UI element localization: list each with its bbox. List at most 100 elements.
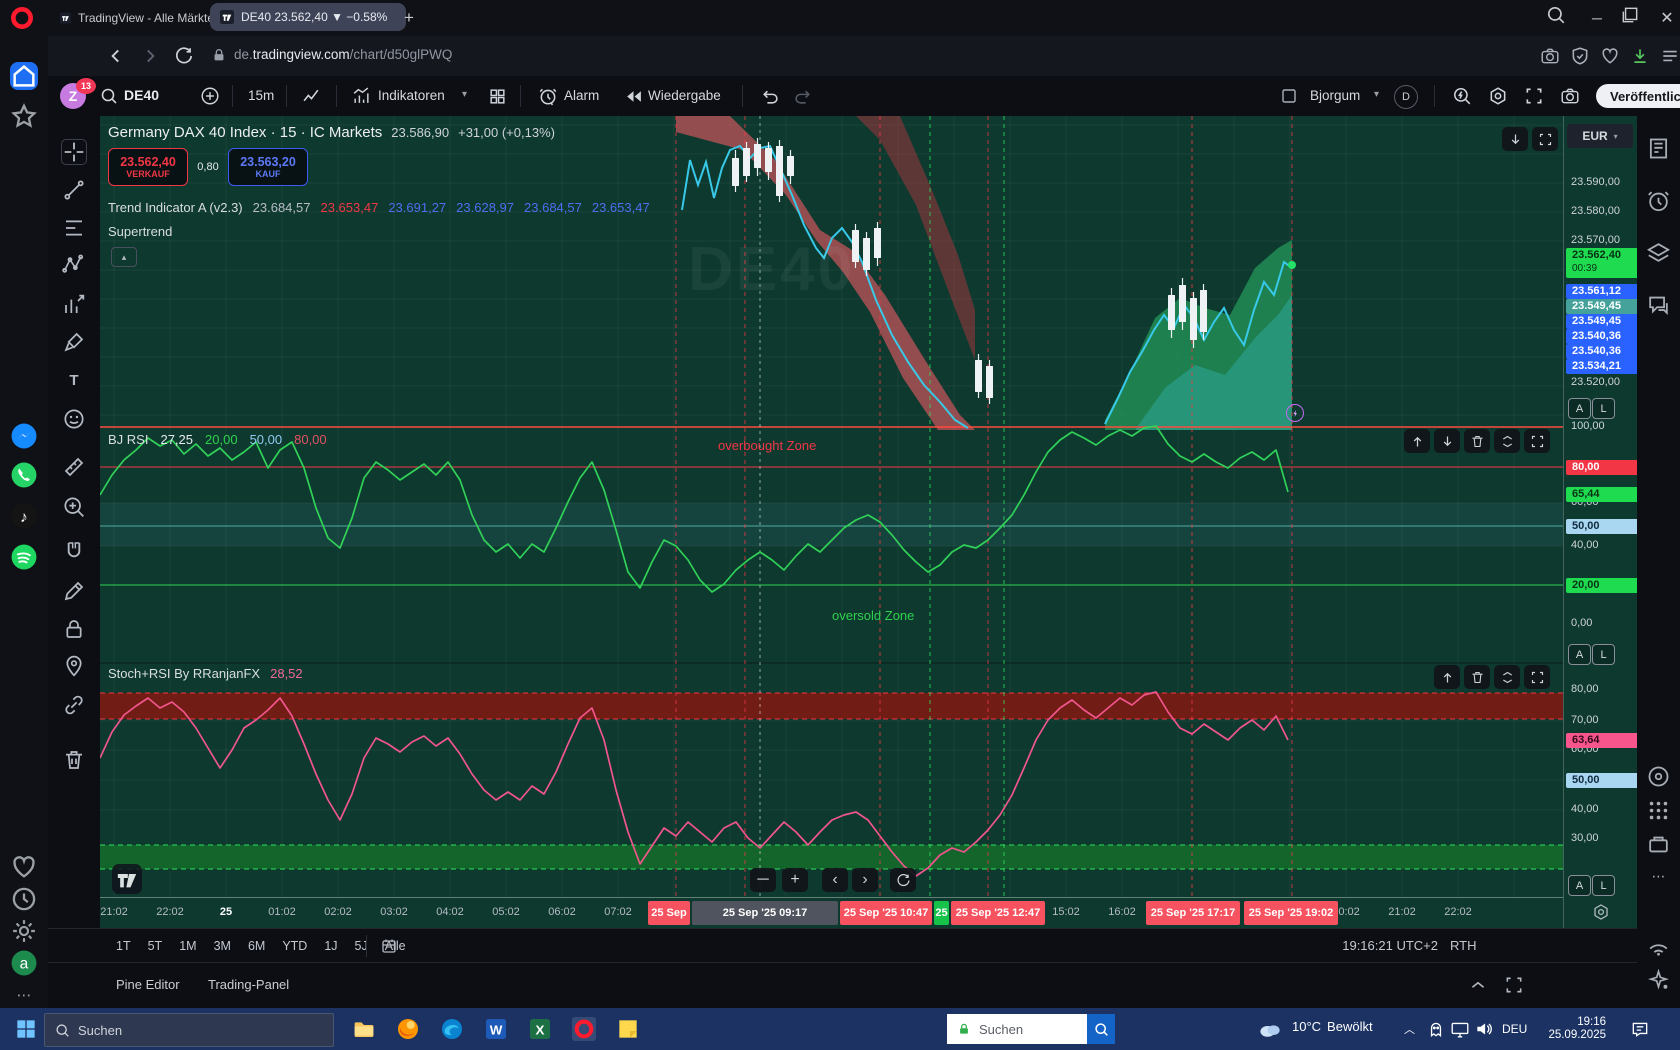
replay-rewind-icon[interactable] <box>624 87 643 106</box>
sidebar-more-icon[interactable]: ⋯ <box>10 981 38 1009</box>
stoch-collapse-button[interactable] <box>1494 665 1520 689</box>
tab-islands-icon[interactable] <box>1646 240 1671 265</box>
favorites-heart-icon[interactable] <box>1600 46 1620 66</box>
rsi-move-down-button[interactable] <box>1434 429 1460 453</box>
magnet-tool-icon[interactable] <box>62 539 86 563</box>
sidebar-ellipsis-icon[interactable]: ⋯ <box>1646 864 1671 889</box>
range-button-ytd[interactable]: YTD <box>282 939 307 953</box>
replay-button[interactable]: Wiedergabe <box>648 88 721 103</box>
taskbar-web-search-box[interactable]: Suchen <box>947 1014 1107 1044</box>
layout-name-button[interactable]: Bjorgum <box>1310 88 1360 103</box>
maximize-pane-button[interactable] <box>1532 127 1558 151</box>
bookmarks-panel-icon[interactable] <box>1646 136 1671 161</box>
scroll-down-button[interactable] <box>1502 127 1528 151</box>
range-button-1t[interactable]: 1T <box>116 939 131 953</box>
window-close-button[interactable]: ✕ <box>1654 5 1680 31</box>
add-symbol-icon[interactable] <box>200 86 220 106</box>
spotify-icon[interactable] <box>10 543 38 571</box>
new-tab-button[interactable]: + <box>396 5 422 31</box>
reading-list-icon[interactable] <box>1660 46 1680 66</box>
sell-button[interactable]: 23.562,40 VERKAUF <box>108 148 188 186</box>
screenshot-camera-icon[interactable] <box>1560 86 1580 106</box>
panel-maximize-icon[interactable] <box>1504 975 1524 995</box>
chat-panel-icon[interactable] <box>1646 292 1671 317</box>
word-icon[interactable]: W <box>484 1017 508 1041</box>
start-button[interactable] <box>14 1017 38 1041</box>
layout-badge[interactable]: D <box>1394 85 1418 109</box>
rsi-log-scale-button[interactable]: L <box>1592 644 1615 665</box>
network-tray-icon[interactable] <box>1450 1019 1470 1039</box>
chart-legend-main[interactable]: Germany DAX 40 Index · 15 · IC Markets 2… <box>108 124 555 141</box>
brush-tool-icon[interactable] <box>62 330 86 354</box>
amazon-badge-icon[interactable]: a <box>10 949 38 977</box>
buy-button[interactable]: 23.563,20 KAUF <box>228 148 308 186</box>
firefox-icon[interactable] <box>396 1017 420 1041</box>
indicator-legend-trend[interactable]: Trend Indicator A (v2.3) 23.684,5723.653… <box>108 200 650 215</box>
log-scale-button[interactable]: L <box>1592 398 1615 419</box>
session-rth-button[interactable]: RTH <box>1450 938 1476 953</box>
rsi-delete-button[interactable] <box>1464 429 1490 453</box>
price-scale[interactable]: EUR▾ 23.590,0023.580,0023.570,0023.520,0… <box>1563 116 1638 928</box>
stoch-log-scale-button[interactable]: L <box>1592 875 1615 896</box>
indicators-chevron-icon[interactable]: ▾ <box>462 89 467 100</box>
symbol-search-field[interactable]: DE40 <box>124 87 159 103</box>
weather-cloud-icon[interactable] <box>1258 1018 1282 1040</box>
aria-ai-sparkle-icon[interactable] <box>1646 968 1671 993</box>
publish-button[interactable]: Veröffentlichen <box>1596 84 1680 108</box>
reset-chart-button[interactable] <box>890 868 916 892</box>
reload-icon[interactable] <box>174 46 194 66</box>
file-explorer-icon[interactable] <box>352 1017 376 1041</box>
panel-collapse-chevron-icon[interactable] <box>1468 975 1488 995</box>
weather-widget[interactable]: 10°C Bewölkt <box>1292 1019 1373 1034</box>
signal-panel-icon[interactable] <box>1646 932 1671 957</box>
indicators-button[interactable]: Indikatoren <box>378 88 445 103</box>
notification-center-icon[interactable] <box>1630 1019 1650 1039</box>
clock-utc[interactable]: 19:16:21 UTC+2 <box>1288 938 1438 953</box>
undo-icon[interactable] <box>760 87 779 106</box>
symbol-search-icon[interactable] <box>100 87 118 105</box>
indicators-icon[interactable] <box>352 87 371 106</box>
layout-chevron-icon[interactable]: ▾ <box>1374 89 1379 100</box>
onedrive-tray-icon[interactable] <box>1426 1019 1446 1039</box>
stoch-move-up-button[interactable] <box>1434 665 1460 689</box>
auto-scale-button[interactable]: A <box>1568 398 1591 419</box>
search-tabs-icon[interactable] <box>1546 5 1566 25</box>
session-label[interactable]: 25 <box>934 901 949 925</box>
pine-editor-tab[interactable]: Pine Editor <box>116 977 180 992</box>
trading-panel-tab[interactable]: Trading-Panel <box>208 977 289 992</box>
tiktok-icon[interactable]: ♪ <box>10 502 38 530</box>
scroll-left-button[interactable]: ‹ <box>822 868 848 892</box>
opera-menu-icon[interactable] <box>9 5 35 31</box>
range-button-3m[interactable]: 3M <box>214 939 231 953</box>
rsi-move-up-button[interactable] <box>1404 429 1430 453</box>
player-panel-icon[interactable] <box>1646 764 1671 789</box>
trendline-tool-icon[interactable] <box>62 178 86 202</box>
volume-tray-icon[interactable] <box>1474 1019 1494 1039</box>
url-field[interactable]: de.tradingview.com/chart/d50glPWQ <box>234 47 452 62</box>
layout-select-icon[interactable] <box>1280 87 1298 105</box>
range-button-6m[interactable]: 6M <box>248 939 265 953</box>
settings-hexagon-icon[interactable] <box>1488 86 1508 106</box>
sync-drawings-link-icon[interactable] <box>62 693 86 717</box>
drawing-mode-pencil-icon[interactable] <box>62 579 86 603</box>
back-icon[interactable] <box>106 46 126 66</box>
go-to-date-calendar-icon[interactable] <box>380 937 398 955</box>
hide-drawings-icon[interactable] <box>62 654 86 678</box>
indicator-legend-supertrend[interactable]: Supertrend <box>108 224 172 239</box>
stoch-legend[interactable]: Stoch+RSI By RRanjanFX 28,52 <box>108 666 303 681</box>
snapshot-icon[interactable] <box>1540 46 1560 66</box>
measure-tool-icon[interactable] <box>62 455 86 479</box>
forecast-tool-icon[interactable] <box>62 293 86 317</box>
settings-gear-icon[interactable] <box>10 917 38 945</box>
fullscreen-icon[interactable] <box>1524 86 1544 106</box>
rsi-legend[interactable]: BJ RSI 27,25 20,00 50,00 80,00 <box>108 432 327 447</box>
redo-icon[interactable] <box>794 87 813 106</box>
keyboard-language[interactable]: DEU <box>1502 1022 1527 1036</box>
session-label[interactable]: 25 Sep <box>648 901 690 925</box>
web-search-submit-icon[interactable] <box>1087 1014 1115 1044</box>
zoom-tool-icon[interactable] <box>62 495 86 519</box>
taskbar-search-box[interactable]: Suchen <box>44 1013 334 1047</box>
likes-heart-icon[interactable] <box>10 853 38 881</box>
range-button-1m[interactable]: 1M <box>179 939 196 953</box>
emoji-tool-icon[interactable] <box>62 407 86 431</box>
